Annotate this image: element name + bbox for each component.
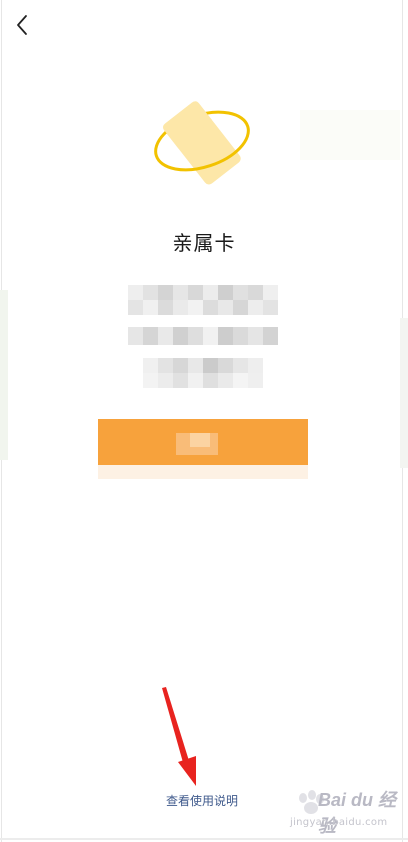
background-tint-left [0,290,8,460]
blurred-description-line [128,285,278,315]
background-tint-right [400,318,408,468]
chevron-left-icon [17,15,27,35]
red-arrow-annotation [162,687,196,786]
primary-action-button[interactable] [98,419,308,465]
page-title: 亲属卡 [172,231,236,255]
orbit-card-icon [154,101,250,185]
family-card-screen: 亲属卡 查看使用说明 Bai du 经验 jingyan.baidu.com [0,0,408,842]
watermark-url: jingyan.baidu.com [290,817,388,828]
blurred-button-label [176,433,218,455]
blurred-description-line [128,327,278,345]
background-tint-top [300,110,400,160]
watermark-brand: Bai du 经验 [318,790,397,836]
button-shadow [98,465,308,479]
back-button[interactable] [8,10,36,40]
bottom-edge-divider [0,838,408,840]
blurred-description-line [143,358,263,388]
